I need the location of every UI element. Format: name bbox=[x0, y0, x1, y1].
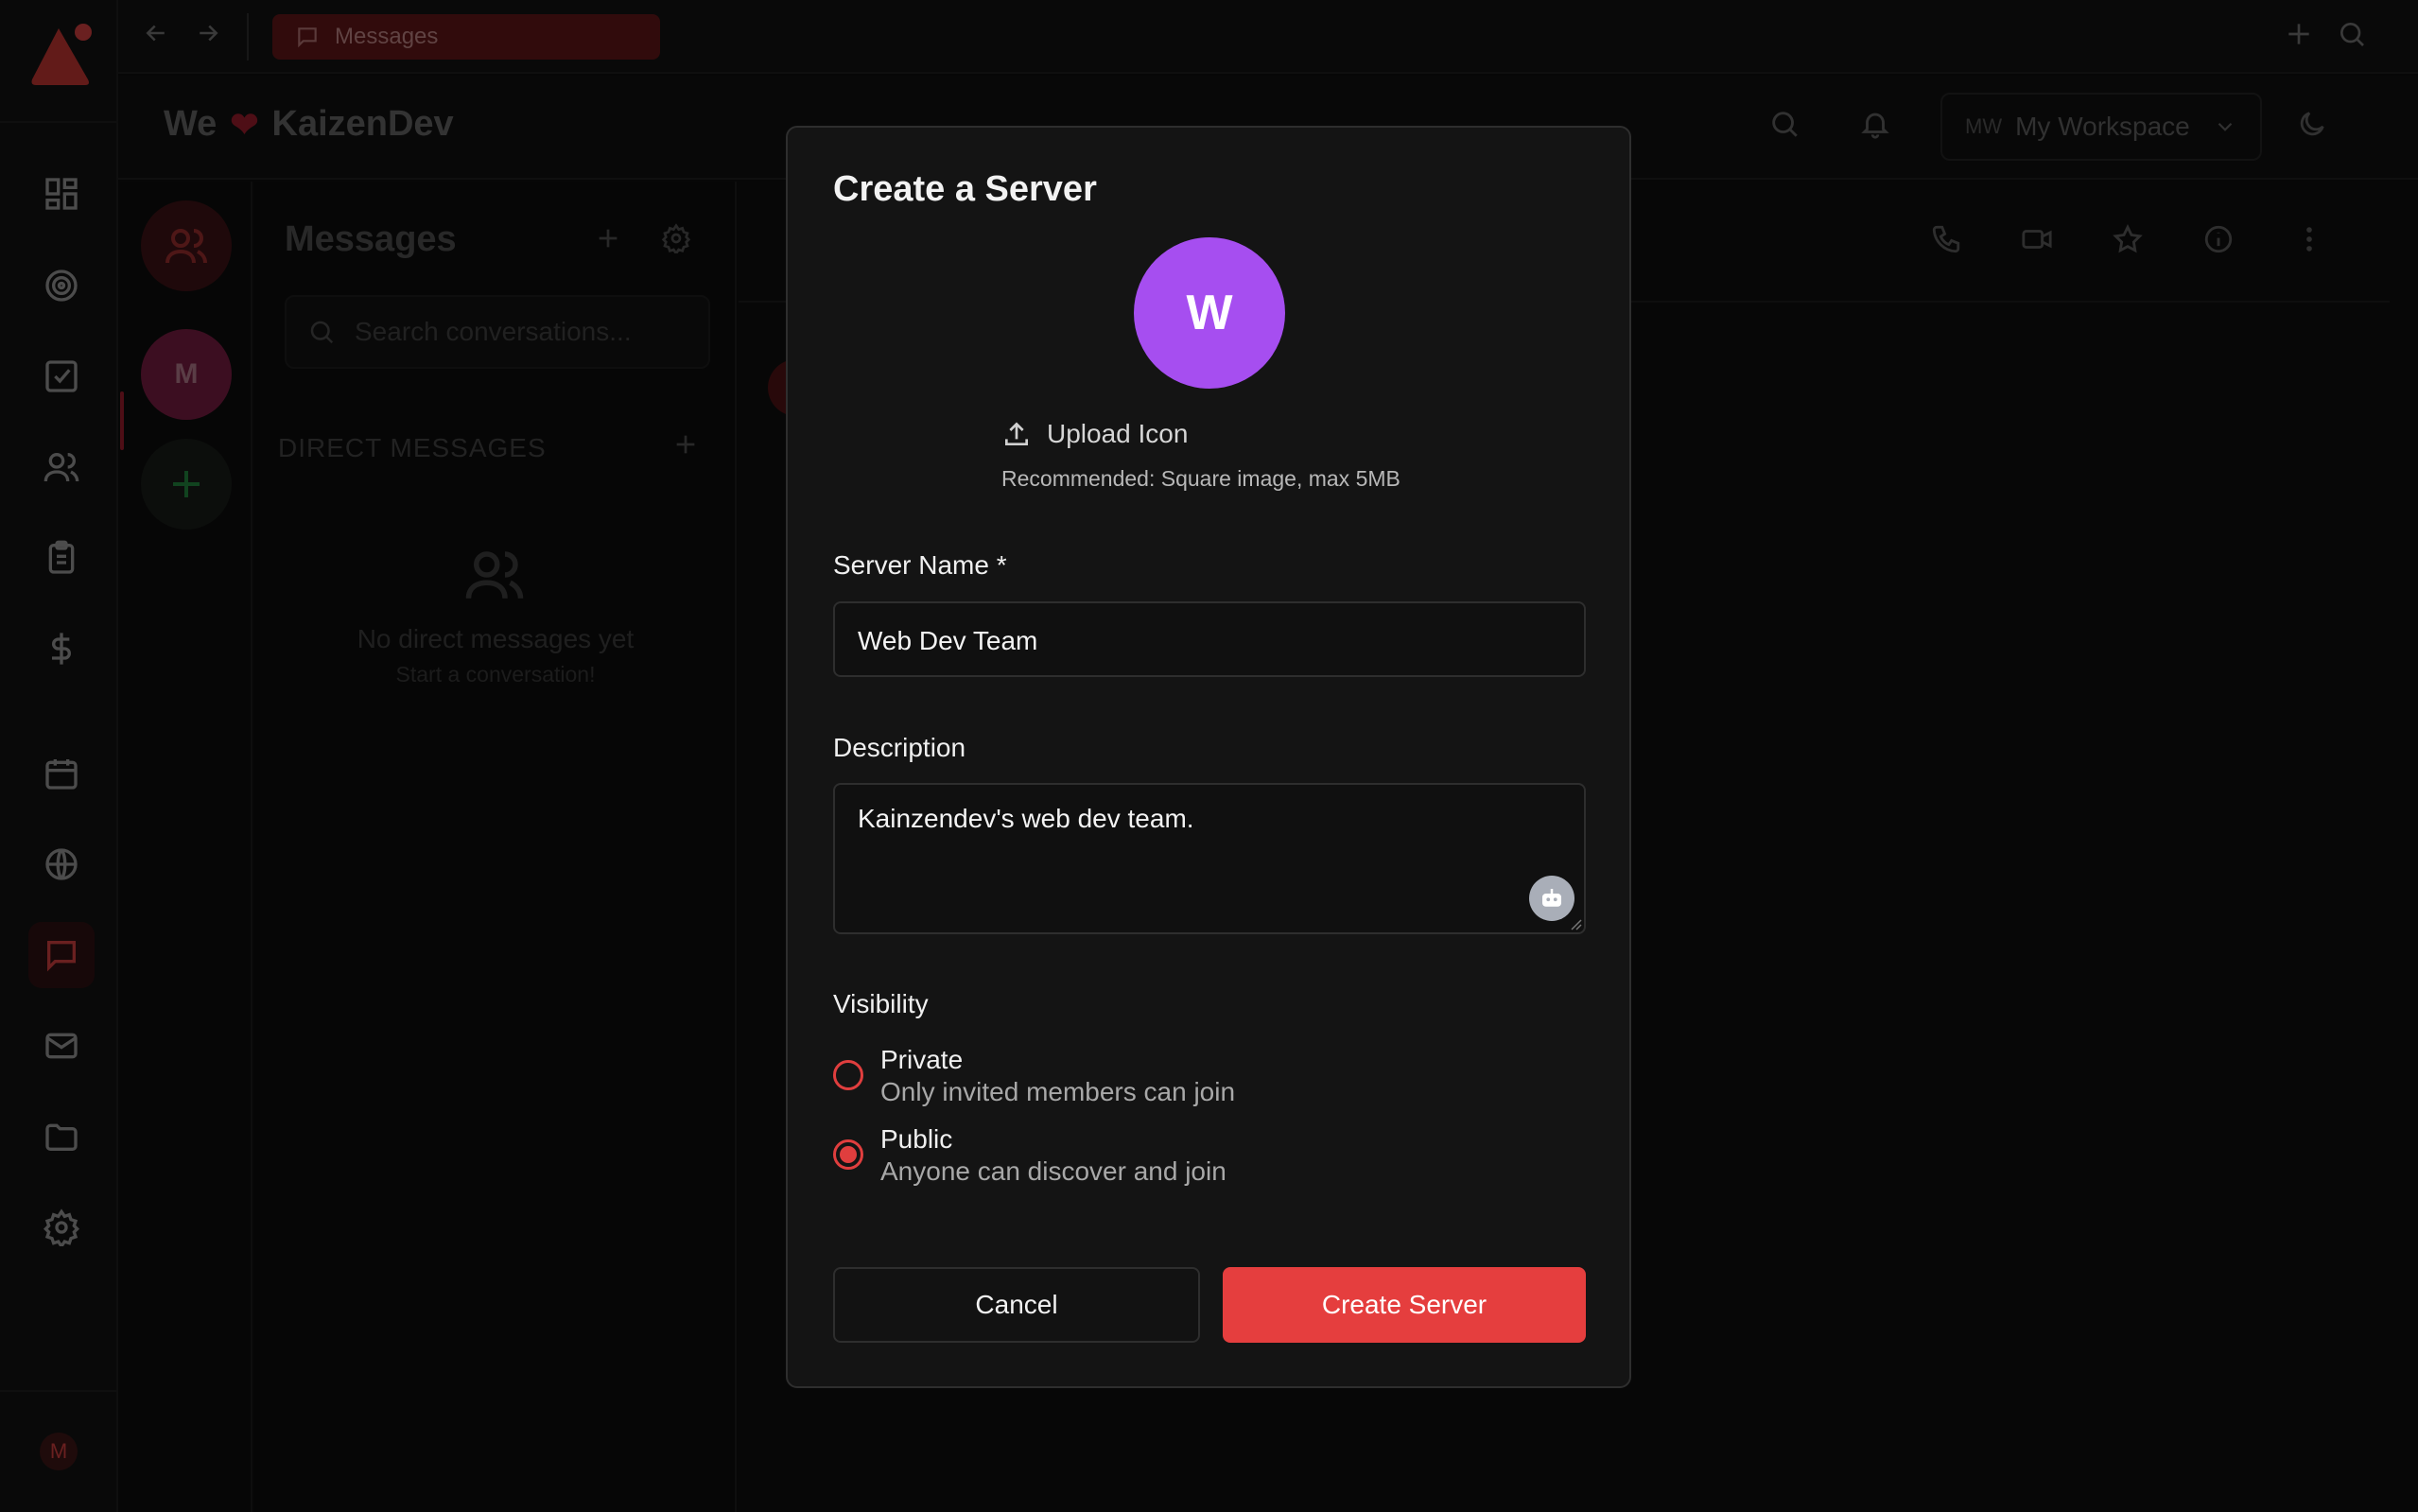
app-window: M Messages We ❤ KaizenDev MW My Workspac… bbox=[0, 0, 2418, 1512]
option-title: Private bbox=[880, 1045, 964, 1074]
description-textarea[interactable]: Kainzendev's web dev team. bbox=[833, 783, 1586, 934]
create-server-dialog: Create a Server W Upload Icon Recommende… bbox=[786, 126, 1631, 1388]
resize-grip-icon[interactable] bbox=[1569, 917, 1582, 930]
option-description: Anyone can discover and join bbox=[880, 1156, 1226, 1186]
server-name-value: Web Dev Team bbox=[858, 626, 1038, 655]
option-description: Only invited members can join bbox=[880, 1077, 1236, 1106]
upload-icon-button[interactable]: Upload Icon bbox=[1001, 419, 1188, 449]
description-value: Kainzendev's web dev team. bbox=[858, 804, 1194, 833]
create-server-button[interactable]: Create Server bbox=[1223, 1267, 1586, 1343]
visibility-option-private[interactable]: Private Only invited members can join bbox=[833, 1045, 1235, 1107]
radio-selected-dot bbox=[840, 1146, 857, 1163]
upload-hint: Recommended: Square image, max 5MB bbox=[1001, 466, 1400, 491]
server-icon-preview: W bbox=[1134, 237, 1285, 389]
description-label: Description bbox=[833, 733, 966, 762]
visibility-option-public[interactable]: Public Anyone can discover and join bbox=[833, 1124, 1226, 1187]
upload-icon bbox=[1005, 422, 1028, 445]
upload-label: Upload Icon bbox=[1047, 419, 1189, 448]
server-name-label: Server Name * bbox=[833, 550, 1007, 580]
server-name-input[interactable]: Web Dev Team bbox=[833, 601, 1586, 677]
ai-assistant-bot-icon[interactable] bbox=[1529, 876, 1574, 921]
radio-public[interactable] bbox=[833, 1139, 863, 1170]
radio-private[interactable] bbox=[833, 1060, 863, 1090]
visibility-label: Visibility bbox=[833, 989, 929, 1018]
cancel-button[interactable]: Cancel bbox=[833, 1267, 1200, 1343]
option-title: Public bbox=[880, 1124, 953, 1154]
dialog-title: Create a Server bbox=[833, 169, 1097, 209]
